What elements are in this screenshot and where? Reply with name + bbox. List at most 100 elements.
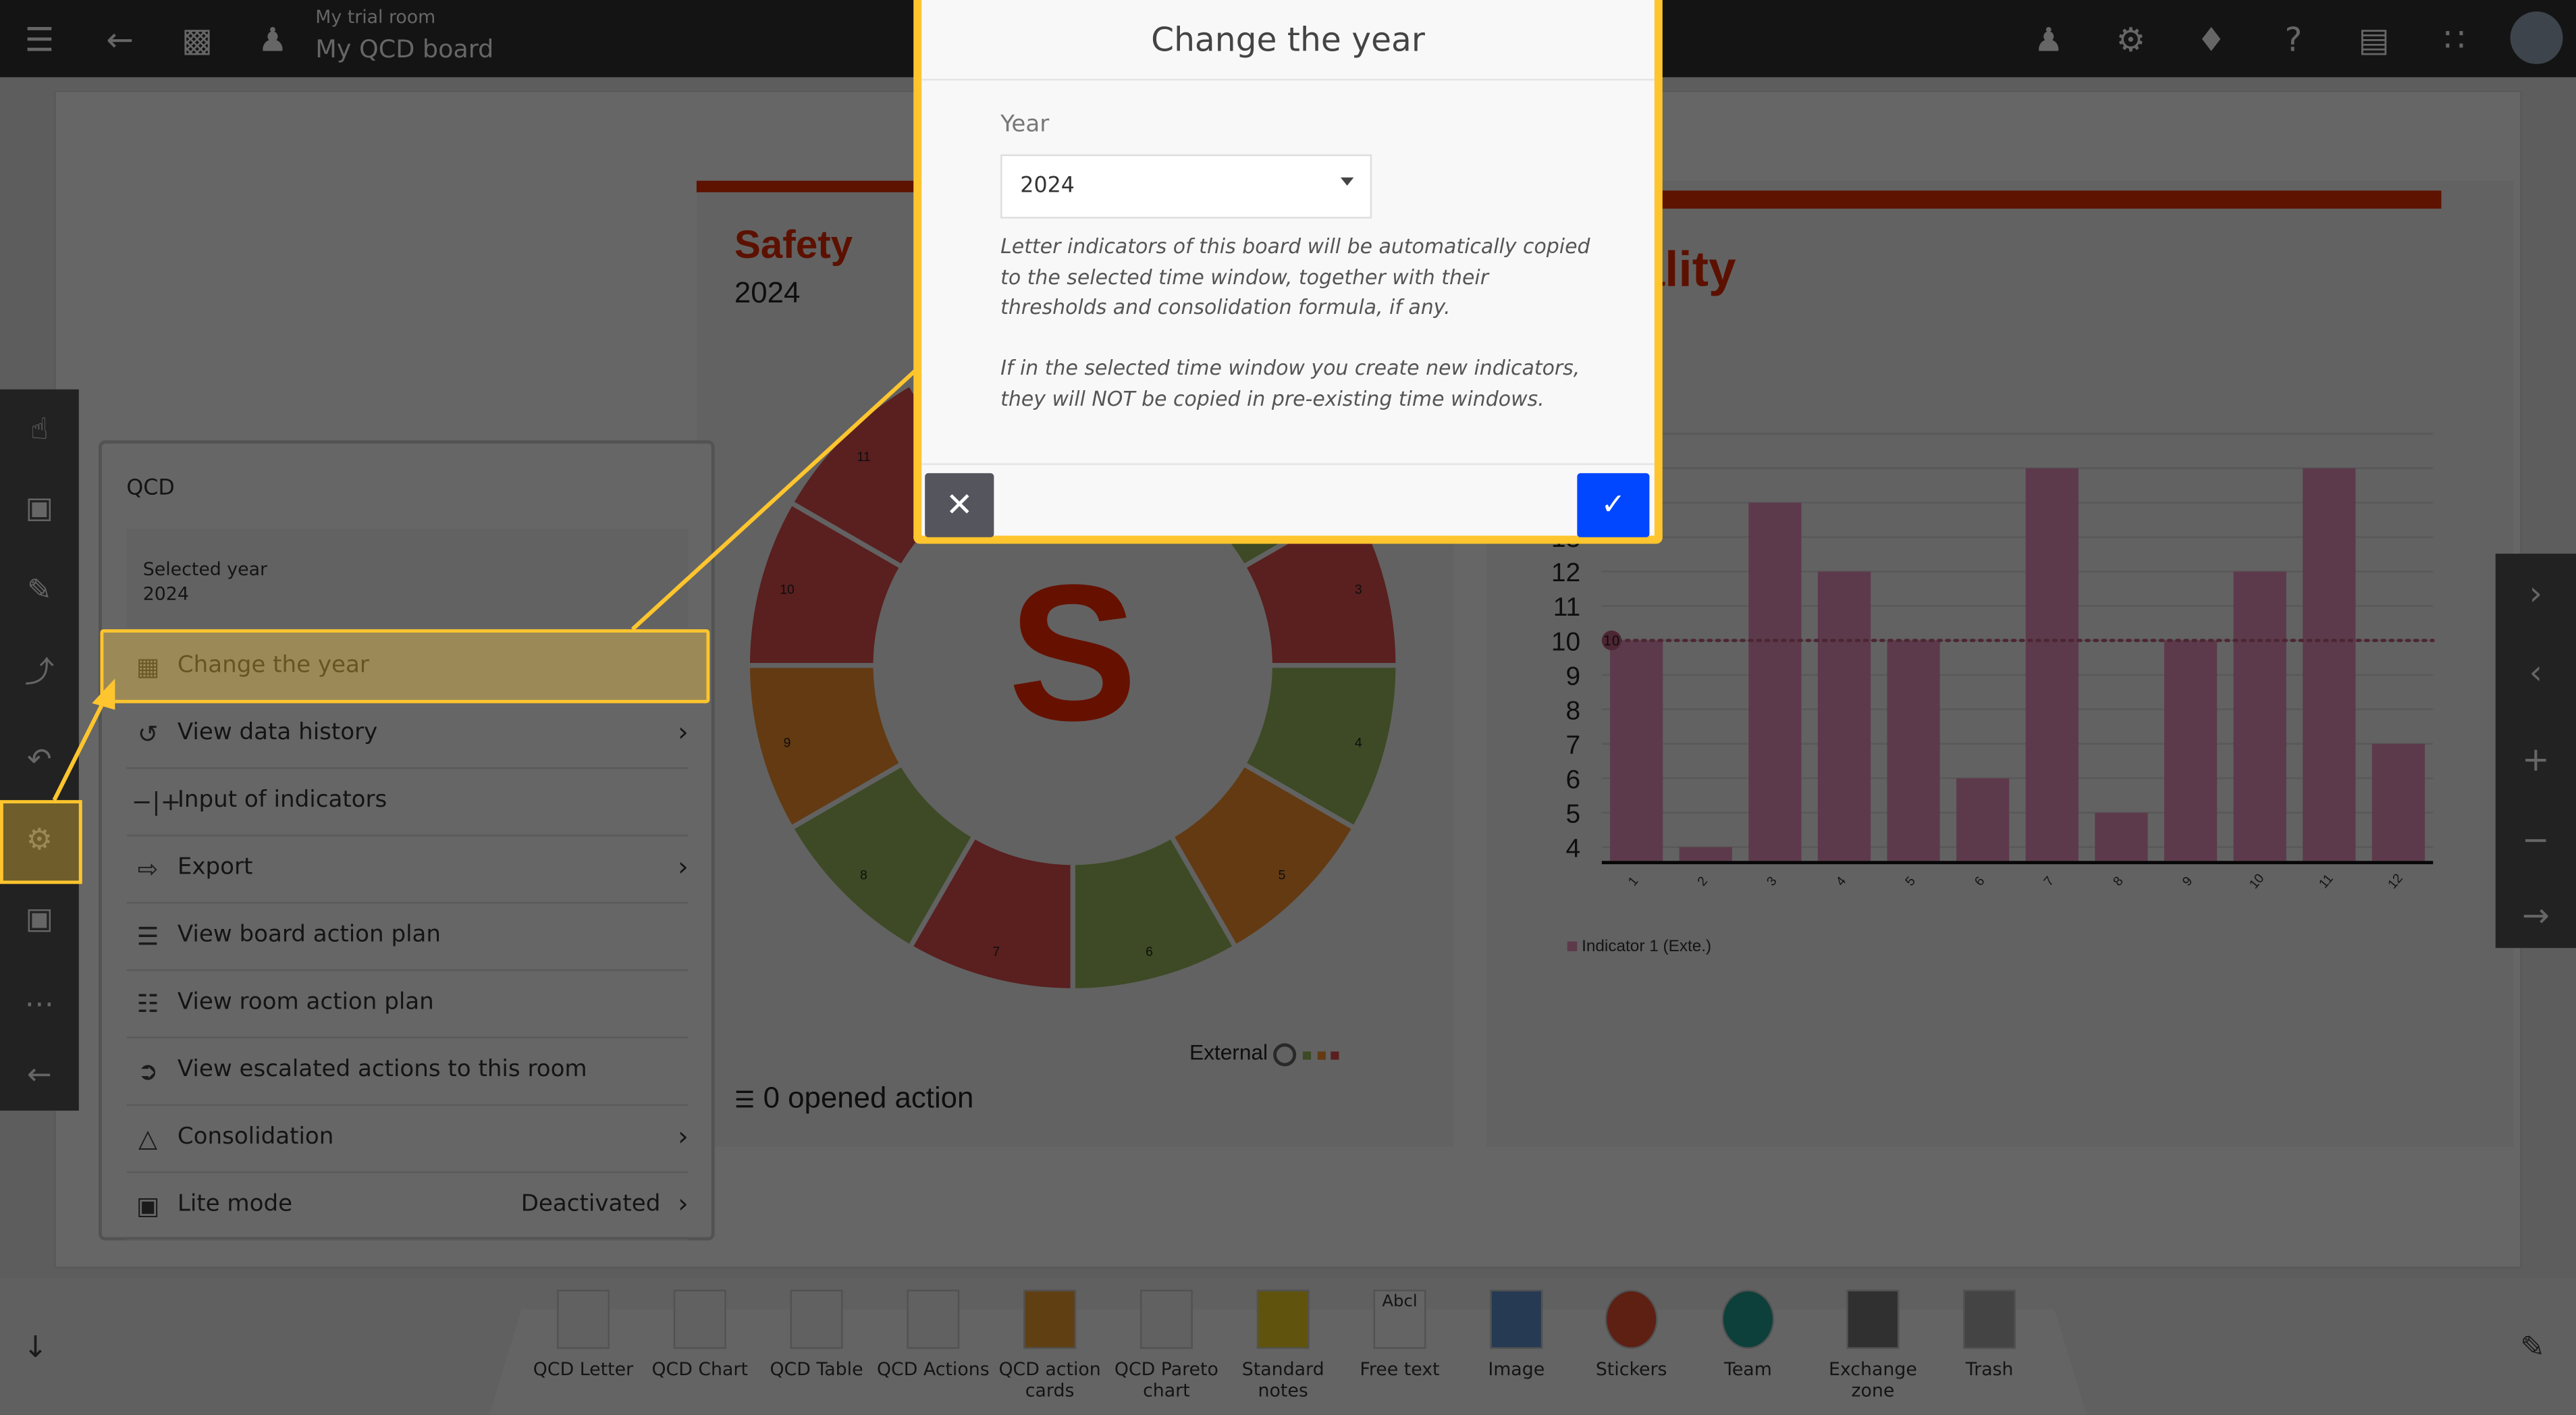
menu-item-label: View data history bbox=[177, 719, 378, 746]
x-tick-label: 12 bbox=[2385, 871, 2406, 892]
qcd-letter-icon bbox=[557, 1289, 610, 1350]
users-icon[interactable]: ♟ bbox=[2029, 20, 2068, 59]
selected-year-box: Selected year 2024 bbox=[126, 529, 689, 628]
external-legend: External bbox=[1189, 1040, 1339, 1066]
standard-notes-icon bbox=[1256, 1289, 1310, 1350]
bar[interactable] bbox=[2371, 743, 2425, 861]
safety-title: Safety bbox=[734, 223, 853, 268]
menu-item[interactable]: ➲ View escalated actions to this room bbox=[126, 1038, 689, 1106]
tray-item-label: QCD action cards bbox=[998, 1358, 1101, 1401]
x-tick-label: 7 bbox=[2041, 874, 2057, 888]
bar[interactable] bbox=[2164, 640, 2218, 861]
tray-item-label: QCD Actions bbox=[876, 1358, 990, 1381]
connector-icon[interactable]: ⤴ bbox=[0, 637, 79, 710]
bar[interactable] bbox=[2095, 812, 2148, 861]
bar[interactable] bbox=[2303, 468, 2356, 861]
gear-icon[interactable]: ⚙ bbox=[2111, 20, 2150, 59]
menu-item-label: Lite mode bbox=[177, 1191, 293, 1218]
board-layout-icon[interactable]: ▩ bbox=[178, 20, 217, 59]
confirm-button[interactable]: ✓ bbox=[1577, 473, 1650, 537]
presentation-icon[interactable]: ▣ bbox=[0, 884, 79, 956]
external-label: External bbox=[1189, 1040, 1268, 1065]
bar[interactable] bbox=[1817, 571, 1871, 861]
apps-grid-icon[interactable]: ∷ bbox=[2435, 20, 2474, 59]
team-icon: ♟ bbox=[258, 20, 288, 59]
tray-item[interactable]: QCD Pareto chart bbox=[1109, 1289, 1224, 1401]
tray-item[interactable]: QCD Actions bbox=[876, 1289, 990, 1380]
y-tick-label: 8 bbox=[1566, 696, 1581, 725]
undo-icon[interactable]: ↶ bbox=[0, 724, 79, 797]
avatar[interactable] bbox=[2510, 11, 2563, 64]
tray-item[interactable]: Trash bbox=[1932, 1289, 2047, 1380]
chevron-right-icon[interactable]: › bbox=[2496, 554, 2576, 633]
book-icon[interactable]: ▤ bbox=[2354, 20, 2393, 59]
pencil-icon[interactable]: ✎ bbox=[2520, 1331, 2545, 1365]
zoom-in-icon[interactable]: + bbox=[2496, 720, 2576, 799]
tray-item[interactable]: QCD Table bbox=[759, 1289, 874, 1380]
more-icon[interactable]: ⋯ bbox=[0, 969, 79, 1042]
target-icon bbox=[1273, 1042, 1297, 1066]
arrow-right-icon[interactable]: → bbox=[2496, 876, 2576, 955]
tray-item[interactable]: Abcl Free text bbox=[1342, 1289, 1457, 1380]
bar[interactable] bbox=[1609, 640, 1663, 861]
tray-item-label: QCD Pareto chart bbox=[1114, 1358, 1218, 1401]
menu-item[interactable]: ☰ View board action plan bbox=[126, 904, 689, 971]
menu-icon[interactable]: ☰ bbox=[20, 20, 59, 59]
collapse-down-icon[interactable]: ↓ bbox=[23, 1331, 48, 1365]
bar[interactable] bbox=[2025, 468, 2078, 861]
help-icon[interactable]: ? bbox=[2274, 20, 2313, 59]
menu-item-value: Deactivated bbox=[520, 1191, 661, 1218]
bar[interactable] bbox=[2233, 571, 2286, 861]
tray-item[interactable]: Standard notes bbox=[1226, 1289, 1341, 1401]
bell-icon[interactable]: ♦ bbox=[2192, 20, 2231, 59]
zoom-out-icon[interactable]: − bbox=[2496, 800, 2576, 879]
menu-item[interactable]: ☷ View room action plan bbox=[126, 971, 689, 1039]
legend-green bbox=[1302, 1051, 1311, 1060]
year-label: Year bbox=[1000, 111, 1050, 138]
menu-item[interactable]: ▦ Change the year bbox=[126, 634, 689, 702]
dialog-title: Change the year bbox=[921, 0, 1655, 81]
tray-item[interactable]: Image bbox=[1459, 1289, 1574, 1380]
opened-actions[interactable]: ☰ 0 opened action bbox=[734, 1081, 974, 1115]
tray-item-label: Standard notes bbox=[1241, 1358, 1324, 1401]
pencil-icon[interactable]: ✎ bbox=[0, 556, 79, 628]
tray-item-label: QCD Chart bbox=[651, 1358, 748, 1381]
cancel-button[interactable]: ✕ bbox=[925, 473, 994, 537]
back-arrow-icon[interactable]: ← bbox=[100, 20, 139, 59]
menu-item[interactable]: −|+ Input of indicators bbox=[126, 769, 689, 836]
tray-item-label: Exchange zone bbox=[1828, 1358, 1917, 1401]
chevron-left-icon[interactable]: ‹ bbox=[2496, 633, 2576, 712]
year-select[interactable]: 2024 bbox=[1000, 154, 1372, 219]
tray-item[interactable]: Stickers bbox=[1574, 1289, 1688, 1380]
menu-item[interactable]: △ Consolidation › bbox=[126, 1106, 689, 1173]
bar[interactable] bbox=[1887, 640, 1940, 861]
collapse-left-icon[interactable]: ← bbox=[0, 1040, 79, 1113]
qcd-menu: QCD Selected year 2024 ▦ Change the year ↺… bbox=[99, 440, 715, 1241]
tray-item-label: Stickers bbox=[1595, 1358, 1667, 1381]
tray-item[interactable]: QCD Chart bbox=[643, 1289, 757, 1380]
menu-item[interactable]: ↺ View data history › bbox=[126, 701, 689, 769]
tray-item[interactable]: Exchange zone bbox=[1815, 1289, 1930, 1401]
right-toolbar: › ‹ + − → bbox=[2495, 554, 2576, 949]
bar[interactable] bbox=[1748, 502, 1802, 861]
hand-pointer-icon[interactable]: ☝ bbox=[0, 394, 79, 466]
left-toolbar: ☝ ▣ ✎ ⤴ ↶ ⚙ ▣ ⋯ ← bbox=[0, 389, 79, 1113]
donut-segment-label: 4 bbox=[1355, 735, 1362, 750]
qcd-table-icon bbox=[790, 1289, 843, 1350]
lite-mode-icon: ▣ bbox=[136, 1191, 160, 1221]
donut-segment-label: 6 bbox=[1146, 944, 1153, 959]
y-tick-label: 5 bbox=[1566, 799, 1581, 828]
history-icon: ↺ bbox=[137, 719, 159, 749]
menu-item-label: Export bbox=[177, 854, 253, 881]
tray-item[interactable]: Team bbox=[1690, 1289, 1805, 1380]
menu-item[interactable]: ▣ Lite mode Deactivated › bbox=[126, 1173, 689, 1241]
menu-item[interactable]: ⇨ Export › bbox=[126, 836, 689, 904]
tray-item[interactable]: QCD action cards bbox=[992, 1289, 1107, 1401]
qcd-settings-icon[interactable]: ⚙ bbox=[0, 805, 79, 877]
bar[interactable] bbox=[1956, 778, 2010, 861]
bar[interactable] bbox=[1679, 847, 1732, 861]
stickers-icon bbox=[1605, 1289, 1658, 1350]
select-icon[interactable]: ▣ bbox=[0, 473, 79, 545]
tray-item[interactable]: QCD Letter bbox=[526, 1289, 641, 1380]
room-name[interactable]: My trial room bbox=[315, 7, 435, 28]
